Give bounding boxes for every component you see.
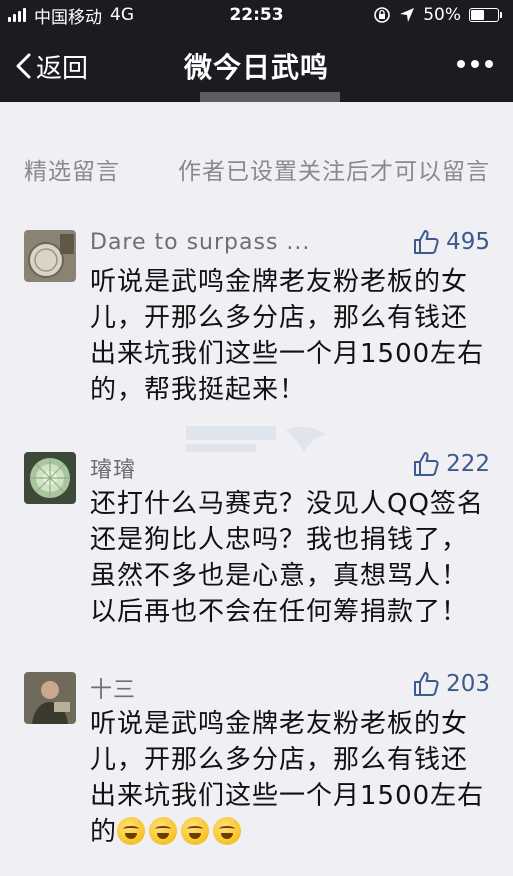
comment-item: 璿璿 222 还打什么马赛克？没见人QQ签名还是狗比人忠吗？我也捐钱了，虽然不多…: [24, 450, 490, 632]
laughing-emoji-icon: [181, 817, 210, 845]
comment-permission-note: 作者已设置关注后才可以留言: [178, 159, 490, 185]
status-bar: 中国移动 4G 22:53 50%: [0, 0, 513, 30]
status-time: 22:53: [229, 5, 284, 25]
commenter-name[interactable]: Dare to surpass ...: [90, 230, 310, 255]
avatar-person-image: [24, 672, 76, 724]
battery-icon: [469, 8, 502, 22]
network-type: 4G: [110, 5, 134, 25]
avatar-succulent-image: [24, 452, 76, 504]
comment-item: Dare to surpass ... 495 听说是武鸣金牌老友粉老板的女儿，…: [24, 228, 490, 410]
comment-item: 十三 203 听说是武鸣金牌老友粉老板的女儿，开那么多分店，那么有钱还出来坑我们…: [24, 670, 490, 852]
battery-percent: 50%: [423, 5, 461, 25]
like-button[interactable]: 495: [412, 228, 490, 256]
carrier: 中国移动: [34, 7, 102, 28]
status-left: 中国移动 4G: [8, 3, 134, 28]
location-icon: [400, 8, 415, 22]
thumbs-up-icon: [414, 672, 439, 696]
more-dot-icon: [471, 60, 479, 68]
avatar-coin-image: [24, 230, 76, 282]
signal-icon: [8, 8, 26, 22]
commenter-name[interactable]: 十三: [90, 672, 136, 704]
laughing-emoji-icon: [149, 817, 178, 845]
like-count: 222: [446, 451, 490, 477]
comment-text: 还打什么马赛克？没见人QQ签名还是狗比人忠吗？我也捐钱了，虽然不多也是心意，真想…: [90, 489, 484, 627]
comment-text: 听说是武鸣金牌老友粉老板的女儿，开那么多分店，那么有钱还出来坑我们这些一个月15…: [90, 706, 490, 850]
commenter-name[interactable]: 璿璿: [90, 452, 136, 484]
page-title: 微今日武鸣: [183, 51, 330, 84]
comment-text: 听说是武鸣金牌老友粉老板的女儿，开那么多分店，那么有钱还出来坑我们这些一个月15…: [90, 267, 485, 405]
residual-text-strip: [200, 92, 340, 102]
avatar[interactable]: [24, 452, 76, 504]
battery-level: [471, 10, 484, 20]
back-label: 返回: [36, 53, 89, 84]
laughing-emoji-icon: [213, 817, 242, 845]
thumbs-up-icon: [414, 230, 439, 254]
thumbs-up-icon: [414, 452, 439, 476]
lock-rotation-icon: [374, 7, 391, 23]
avatar[interactable]: [24, 672, 76, 724]
avatar[interactable]: [24, 230, 76, 282]
like-button[interactable]: 203: [412, 670, 490, 698]
comments-section-header: 精选留言 作者已设置关注后才可以留言: [24, 152, 490, 186]
like-count: 495: [446, 229, 490, 255]
chevron-left-icon: [16, 53, 31, 79]
status-right: 50%: [373, 5, 502, 25]
laughing-emoji-icon: [117, 817, 146, 845]
more-dot-icon: [485, 60, 493, 68]
back-button[interactable]: 返回: [14, 30, 88, 102]
like-button[interactable]: 222: [412, 450, 490, 478]
more-dot-icon: [457, 60, 465, 68]
more-button[interactable]: [457, 60, 493, 68]
like-count: 203: [446, 671, 490, 697]
featured-comments-label: 精选留言: [24, 159, 120, 185]
